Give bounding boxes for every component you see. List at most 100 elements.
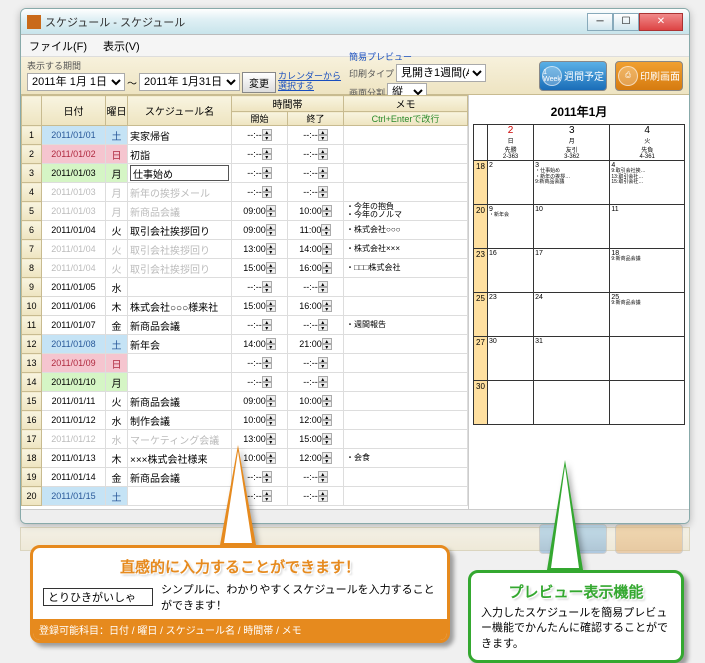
cell-memo[interactable]	[344, 373, 468, 392]
menu-file[interactable]: ファイル(F)	[29, 38, 87, 54]
cell-date[interactable]: 2011/01/09	[42, 354, 106, 373]
date-from-select[interactable]: 2011年 1月 1日	[27, 73, 125, 91]
cell-memo[interactable]	[344, 145, 468, 164]
cell-date[interactable]: 2011/01/14	[42, 468, 106, 487]
table-row[interactable]: 42011/01/03月新年の挨拶メール--:--▴▾--:--▴▾	[22, 183, 468, 202]
cell-dow[interactable]: 火	[106, 259, 128, 278]
cell-end-time[interactable]: 10:00▴▾	[288, 392, 344, 411]
cell-schedule-name[interactable]	[128, 278, 232, 297]
cell-start-time[interactable]: --:--▴▾	[232, 126, 288, 145]
cell-end-time[interactable]: --:--▴▾	[288, 373, 344, 392]
cell-schedule-name[interactable]: マーケティング会議	[128, 430, 232, 449]
cell-dow[interactable]: 水	[106, 430, 128, 449]
cell-date[interactable]: 2011/01/04	[42, 240, 106, 259]
callout-example-input[interactable]	[43, 588, 153, 606]
cell-memo[interactable]	[344, 183, 468, 202]
cell-end-time[interactable]: --:--▴▾	[288, 183, 344, 202]
change-button[interactable]: 変更	[242, 72, 276, 93]
cell-schedule-name[interactable]: 実家帰省	[128, 126, 232, 145]
cell-start-time[interactable]: 10:00▴▾	[232, 411, 288, 430]
cell-dow[interactable]: 木	[106, 297, 128, 316]
cell-memo[interactable]: ・週間報告	[344, 316, 468, 335]
cell-dow[interactable]: 土	[106, 335, 128, 354]
cell-schedule-name[interactable]: 新商品会議	[128, 392, 232, 411]
maximize-button[interactable]: ☐	[613, 13, 639, 31]
table-row[interactable]: 82011/01/04火取引会社挨拶回り15:00▴▾16:00▴▾・□□□株式…	[22, 259, 468, 278]
cell-schedule-name[interactable]	[128, 354, 232, 373]
cell-date[interactable]: 2011/01/11	[42, 392, 106, 411]
cell-memo[interactable]: ・会食	[344, 449, 468, 468]
cell-date[interactable]: 2011/01/03	[42, 202, 106, 221]
schedule-table[interactable]: 日付 曜日 スケジュール名 時間帯 メモ 開始 終了 Ctrl+Enterで改行…	[21, 95, 468, 506]
cell-end-time[interactable]: --:--▴▾	[288, 487, 344, 506]
table-row[interactable]: 172011/01/12水マーケティング会議13:00▴▾15:00▴▾	[22, 430, 468, 449]
cell-memo[interactable]	[344, 335, 468, 354]
cell-date[interactable]: 2011/01/04	[42, 221, 106, 240]
cell-date[interactable]: 2011/01/04	[42, 259, 106, 278]
cell-start-time[interactable]: --:--▴▾	[232, 278, 288, 297]
cell-start-time[interactable]: --:--▴▾	[232, 164, 288, 183]
week-plan-button[interactable]: 1 Week 週間予定	[539, 61, 607, 91]
cell-schedule-name[interactable]	[128, 373, 232, 392]
cell-dow[interactable]: 日	[106, 354, 128, 373]
cell-date[interactable]: 2011/01/07	[42, 316, 106, 335]
cell-schedule-name[interactable]: ×××株式会社様来	[128, 449, 232, 468]
cell-date[interactable]: 2011/01/12	[42, 430, 106, 449]
table-row[interactable]: 162011/01/12水制作会議10:00▴▾12:00▴▾	[22, 411, 468, 430]
table-row[interactable]: 62011/01/04火取引会社挨拶回り09:00▴▾11:00▴▾・株式会社○…	[22, 221, 468, 240]
cell-end-time[interactable]: --:--▴▾	[288, 278, 344, 297]
cell-dow[interactable]: 木	[106, 449, 128, 468]
col-name[interactable]: スケジュール名	[128, 96, 232, 126]
close-button[interactable]: ✕	[639, 13, 683, 31]
cell-date[interactable]: 2011/01/15	[42, 487, 106, 506]
col-memo[interactable]: メモ	[344, 96, 468, 112]
col-time[interactable]: 時間帯	[232, 96, 344, 112]
cell-end-time[interactable]: 15:00▴▾	[288, 430, 344, 449]
cell-end-time[interactable]: --:--▴▾	[288, 164, 344, 183]
table-row[interactable]: 12011/01/01土実家帰省--:--▴▾--:--▴▾	[22, 126, 468, 145]
cell-memo[interactable]: ・株式会社×××	[344, 240, 468, 259]
table-row[interactable]: 32011/01/03月--:--▴▾--:--▴▾	[22, 164, 468, 183]
cell-dow[interactable]: 月	[106, 164, 128, 183]
cell-dow[interactable]: 土	[106, 487, 128, 506]
cell-start-time[interactable]: 14:00▴▾	[232, 335, 288, 354]
cell-date[interactable]: 2011/01/10	[42, 373, 106, 392]
cell-dow[interactable]: 月	[106, 202, 128, 221]
cell-end-time[interactable]: --:--▴▾	[288, 316, 344, 335]
cell-start-time[interactable]: --:--▴▾	[232, 183, 288, 202]
col-dow[interactable]: 曜日	[106, 96, 128, 126]
cell-schedule-name[interactable]: 新年の挨拶メール	[128, 183, 232, 202]
cell-date[interactable]: 2011/01/01	[42, 126, 106, 145]
cell-schedule-name[interactable]: 新商品会議	[128, 316, 232, 335]
cell-start-time[interactable]: --:--▴▾	[232, 354, 288, 373]
cell-memo[interactable]	[344, 297, 468, 316]
cell-end-time[interactable]: 12:00▴▾	[288, 449, 344, 468]
cell-start-time[interactable]: 13:00▴▾	[232, 240, 288, 259]
cell-memo[interactable]	[344, 126, 468, 145]
cell-date[interactable]: 2011/01/08	[42, 335, 106, 354]
table-row[interactable]: 142011/01/10月--:--▴▾--:--▴▾	[22, 373, 468, 392]
date-to-select[interactable]: 2011年 1月31日	[139, 73, 240, 91]
table-row[interactable]: 112011/01/07金新商品会議--:--▴▾--:--▴▾・週間報告	[22, 316, 468, 335]
cell-schedule-name[interactable]: 取引会社挨拶回り	[128, 221, 232, 240]
cell-dow[interactable]: 土	[106, 126, 128, 145]
cell-start-time[interactable]: 15:00▴▾	[232, 297, 288, 316]
cell-date[interactable]: 2011/01/03	[42, 164, 106, 183]
table-row[interactable]: 202011/01/15土--:--▴▾--:--▴▾	[22, 487, 468, 506]
cell-dow[interactable]: 火	[106, 240, 128, 259]
print-screen-button[interactable]: ⎙ 印刷画面	[615, 61, 683, 91]
cell-end-time[interactable]: 10:00▴▾	[288, 202, 344, 221]
menu-view[interactable]: 表示(V)	[103, 38, 140, 54]
cell-memo[interactable]: ・株式会社○○○	[344, 221, 468, 240]
cell-start-time[interactable]: --:--▴▾	[232, 145, 288, 164]
cell-memo[interactable]: ・□□□株式会社	[344, 259, 468, 278]
table-row[interactable]: 182011/01/13木×××株式会社様来10:00▴▾12:00▴▾・会食	[22, 449, 468, 468]
calendar-link[interactable]: カレンダーから 選択する	[278, 72, 341, 92]
cell-start-time[interactable]: --:--▴▾	[232, 316, 288, 335]
cell-memo[interactable]	[344, 468, 468, 487]
col-date[interactable]: 日付	[42, 96, 106, 126]
cell-end-time[interactable]: --:--▴▾	[288, 354, 344, 373]
cell-dow[interactable]: 水	[106, 278, 128, 297]
schedule-name-input[interactable]	[130, 165, 229, 181]
cell-dow[interactable]: 金	[106, 316, 128, 335]
